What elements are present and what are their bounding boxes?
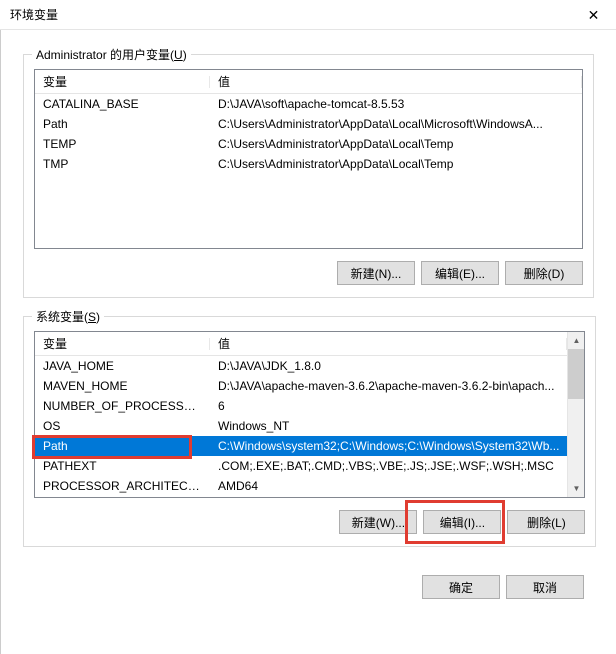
table-row[interactable]: JAVA_HOMED:\JAVA\JDK_1.8.0: [35, 356, 567, 376]
user-table-body: CATALINA_BASED:\JAVA\soft\apache-tomcat-…: [35, 94, 582, 250]
user-new-button[interactable]: 新建(N)...: [337, 261, 415, 285]
user-edit-button[interactable]: 编辑(E)...: [421, 261, 499, 285]
table-row[interactable]: CATALINA_BASED:\JAVA\soft\apache-tomcat-…: [35, 94, 582, 114]
system-variables-table[interactable]: 变量 值 JAVA_HOMED:\JAVA\JDK_1.8.0 MAVEN_HO…: [34, 331, 585, 498]
dialog-content: Administrator 的用户变量(U) 变量 值 CATALINA_BAS…: [0, 30, 616, 654]
table-row[interactable]: TMPC:\Users\Administrator\AppData\Local\…: [35, 154, 582, 174]
system-button-row: 新建(W)... 编辑(I)... 删除(L): [34, 510, 585, 534]
table-row[interactable]: OSWindows_NT: [35, 416, 567, 436]
user-table-header: 变量 值: [35, 70, 582, 94]
table-row[interactable]: PROCESSOR_ARCHITECT...AMD64: [35, 476, 567, 496]
window-title: 环境变量: [10, 6, 58, 23]
scrollbar[interactable]: ▲ ▼: [567, 332, 584, 497]
titlebar: 环境变量 ✕: [0, 0, 616, 30]
table-row[interactable]: PathC:\Users\Administrator\AppData\Local…: [35, 114, 582, 134]
system-group-legend: 系统变量(S): [32, 308, 104, 325]
header-value[interactable]: 值: [210, 72, 582, 92]
dialog-button-row: 确定 取消: [15, 565, 602, 599]
ok-button[interactable]: 确定: [422, 575, 500, 599]
system-table-header: 变量 值: [35, 332, 567, 356]
table-row[interactable]: TEMPC:\Users\Administrator\AppData\Local…: [35, 134, 582, 154]
user-button-row: 新建(N)... 编辑(E)... 删除(D): [34, 261, 583, 285]
scroll-down-icon[interactable]: ▼: [568, 480, 584, 497]
close-button[interactable]: ✕: [571, 0, 616, 30]
table-row[interactable]: NUMBER_OF_PROCESSORS6: [35, 396, 567, 416]
user-variables-table[interactable]: 变量 值 CATALINA_BASED:\JAVA\soft\apache-to…: [34, 69, 583, 249]
header-value[interactable]: 值: [210, 334, 567, 354]
system-delete-button[interactable]: 删除(L): [507, 510, 585, 534]
user-delete-button[interactable]: 删除(D): [505, 261, 583, 285]
close-icon: ✕: [588, 7, 600, 24]
table-row[interactable]: PATHEXT.COM;.EXE;.BAT;.CMD;.VBS;.VBE;.JS…: [35, 456, 567, 476]
table-row-selected[interactable]: PathC:\Windows\system32;C:\Windows;C:\Wi…: [35, 436, 567, 456]
header-variable[interactable]: 变量: [35, 334, 210, 354]
user-variables-group: Administrator 的用户变量(U) 变量 值 CATALINA_BAS…: [23, 54, 594, 298]
scroll-thumb[interactable]: [568, 349, 584, 399]
scroll-up-icon[interactable]: ▲: [568, 332, 584, 349]
system-variables-group: 系统变量(S) 变量 值 JAVA_HOMED:\JAVA\JDK_1.8.0 …: [23, 316, 596, 547]
system-table-body: JAVA_HOMED:\JAVA\JDK_1.8.0 MAVEN_HOMED:\…: [35, 356, 567, 498]
user-group-legend: Administrator 的用户变量(U): [32, 46, 191, 63]
table-row[interactable]: MAVEN_HOMED:\JAVA\apache-maven-3.6.2\apa…: [35, 376, 567, 396]
system-new-button[interactable]: 新建(W)...: [339, 510, 417, 534]
system-edit-button[interactable]: 编辑(I)...: [423, 510, 501, 534]
cancel-button[interactable]: 取消: [506, 575, 584, 599]
header-variable[interactable]: 变量: [35, 72, 210, 92]
